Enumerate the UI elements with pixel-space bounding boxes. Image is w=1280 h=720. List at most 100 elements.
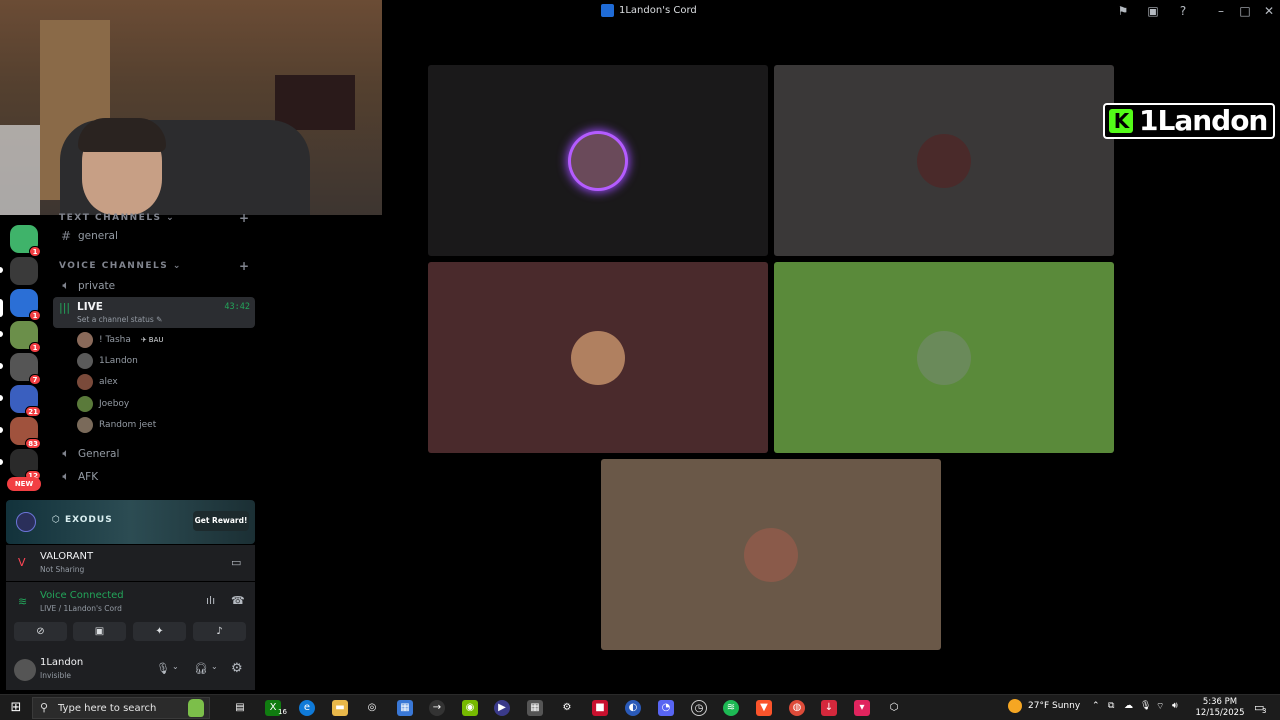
avatar xyxy=(77,374,93,390)
channel-afk[interactable]: 🔈︎ AFK xyxy=(60,469,98,484)
task-view-icon[interactable]: ▤ xyxy=(232,700,248,716)
speaker-icon: 🔈︎ xyxy=(62,278,70,292)
share-screen-icon[interactable]: ▭ xyxy=(231,556,241,569)
avatar xyxy=(77,417,93,433)
avatar[interactable] xyxy=(14,659,36,681)
voice-member[interactable]: alex xyxy=(77,374,118,390)
avatar xyxy=(77,396,93,412)
app-icon[interactable]: ▾ xyxy=(854,700,870,716)
create-channel-icon[interactable]: + xyxy=(239,211,249,225)
brave-icon[interactable]: ▼ xyxy=(756,700,772,716)
server-item[interactable]: 1 xyxy=(10,289,41,321)
network-icon[interactable]: ☁ xyxy=(1124,701,1133,711)
mic-arm xyxy=(0,125,40,215)
chevron-down-icon[interactable]: ⌄ xyxy=(211,662,218,671)
app-icon[interactable]: ↓ xyxy=(821,700,837,716)
server-item[interactable]: 1 xyxy=(10,225,41,257)
activities-button[interactable]: ✦ xyxy=(133,622,186,641)
create-channel-icon[interactable]: + xyxy=(239,259,249,273)
nvidia-icon[interactable]: ◉ xyxy=(462,700,478,716)
voice-status-panel: ≋ Voice Connected LIVE / 1Landon's Cord … xyxy=(6,582,255,652)
minimize-button[interactable]: – xyxy=(1213,3,1229,19)
avatar xyxy=(77,332,93,348)
soundboard-button[interactable]: ♪ xyxy=(193,622,246,641)
app-icon[interactable]: ■ xyxy=(592,700,608,716)
clock[interactable]: 5:36 PM 12/15/2025 xyxy=(1190,697,1250,719)
title-bar: 1Landon's Cord ⚑ ▣ ? – □ ✕ xyxy=(383,0,1280,22)
avatar xyxy=(77,353,93,369)
participant-tile[interactable] xyxy=(601,459,941,650)
close-button[interactable]: ✕ xyxy=(1261,3,1277,19)
promo-brand: ⬡ EXODUS xyxy=(52,515,113,525)
window-title: 1Landon's Cord xyxy=(601,4,697,17)
voice-member[interactable]: ! Tasha ✈ BAU xyxy=(77,332,164,348)
participant-avatar xyxy=(571,330,625,385)
app-icon[interactable]: ◷ xyxy=(691,700,707,716)
app-icon[interactable]: ⬡ xyxy=(886,700,902,716)
screen-share-icon[interactable]: ▣ xyxy=(1145,3,1161,19)
category-voice-channels[interactable]: VOICE CHANNELS ⌄ + xyxy=(59,259,249,273)
media-icon[interactable]: ▶ xyxy=(494,700,510,716)
store-icon[interactable]: ▦ xyxy=(397,700,413,716)
disconnect-icon[interactable]: ☎ xyxy=(231,594,245,607)
server-item[interactable]: 12 xyxy=(10,449,41,481)
app-icon[interactable]: → xyxy=(429,700,445,716)
voice-member[interactable]: 1Landon xyxy=(77,353,138,369)
server-item[interactable]: 83 xyxy=(10,417,41,449)
file-explorer-icon[interactable]: ▬ xyxy=(332,700,348,716)
wifi-icon[interactable]: ⌔ xyxy=(1156,701,1164,712)
gear-icon[interactable]: ⚙ xyxy=(231,661,243,676)
participant-tile[interactable] xyxy=(774,65,1114,256)
signal-icon[interactable]: ≋ xyxy=(18,595,27,608)
inbox-icon[interactable]: ⚑ xyxy=(1115,3,1131,19)
noise-suppression-icon[interactable]: ılı xyxy=(206,594,215,607)
server-icon xyxy=(601,4,614,17)
weather-icon xyxy=(1008,699,1022,713)
spotify-icon[interactable]: ≋ xyxy=(723,700,739,716)
volume-icon[interactable]: 🔊︎ xyxy=(1172,701,1178,711)
tray-chevron-icon[interactable]: ⌃ xyxy=(1092,701,1100,711)
maximize-button[interactable]: □ xyxy=(1237,3,1253,19)
chevron-down-icon[interactable]: ⌄ xyxy=(172,662,179,671)
voice-member[interactable]: Joeboy xyxy=(77,396,129,412)
category-text-channels[interactable]: TEXT CHANNELS ⌄ + xyxy=(59,211,249,225)
kick-logo-icon: K xyxy=(1109,109,1133,133)
discord-icon[interactable]: ◔ xyxy=(658,700,674,716)
hash-icon: # xyxy=(60,229,72,243)
camera-toggle-button[interactable]: ⊘ xyxy=(14,622,67,641)
unread-pill xyxy=(0,427,3,433)
activity-panel: V VALORANT Not Sharing ▭ xyxy=(6,545,255,581)
channel-live[interactable]: ||| LIVE Set a channel status ✎ 43:42 xyxy=(53,297,255,328)
participant-tile[interactable] xyxy=(428,65,768,256)
channel-general-text[interactable]: # general xyxy=(60,229,118,243)
server-item[interactable] xyxy=(10,257,38,285)
share-screen-button[interactable]: ▣ xyxy=(73,622,126,641)
unread-pill xyxy=(0,363,3,369)
tray-icon[interactable]: ⧉ xyxy=(1108,701,1114,711)
calculator-icon[interactable]: ▦ xyxy=(527,700,543,716)
unread-pill xyxy=(0,395,3,401)
settings-icon[interactable]: ⚙ xyxy=(559,700,575,716)
app-icon[interactable]: ◎ xyxy=(364,700,380,716)
microphone-icon[interactable]: 🎙︎ xyxy=(1140,701,1151,711)
server-item[interactable]: 7 xyxy=(10,353,41,385)
new-badge[interactable]: NEW xyxy=(7,477,41,491)
channel-status[interactable]: Set a channel status ✎ xyxy=(77,315,162,324)
voice-member[interactable]: Random jeet xyxy=(77,417,156,433)
headphones-icon[interactable]: 🎧︎ xyxy=(194,662,208,675)
channel-private[interactable]: 🔈︎ private xyxy=(60,278,115,293)
server-item[interactable]: 1 xyxy=(10,321,41,353)
participant-tile[interactable] xyxy=(774,262,1114,453)
edge-icon[interactable]: e xyxy=(299,700,315,716)
microphone-icon[interactable]: 🎙︎ xyxy=(156,662,170,675)
windows-start-icon[interactable]: ⊞ xyxy=(8,700,24,716)
channel-general-voice[interactable]: 🔈︎ General xyxy=(60,446,119,461)
help-icon[interactable]: ? xyxy=(1175,3,1191,19)
taskbar-search[interactable]: ⚲ Type here to search xyxy=(32,697,210,719)
app-icon[interactable]: ◐ xyxy=(625,700,641,716)
wall-flag xyxy=(275,75,355,130)
server-item[interactable]: 21 xyxy=(10,385,41,417)
chrome-icon[interactable]: ◍ xyxy=(789,700,805,716)
participant-tile[interactable] xyxy=(428,262,768,453)
get-reward-button[interactable]: Get Reward! xyxy=(193,511,249,531)
